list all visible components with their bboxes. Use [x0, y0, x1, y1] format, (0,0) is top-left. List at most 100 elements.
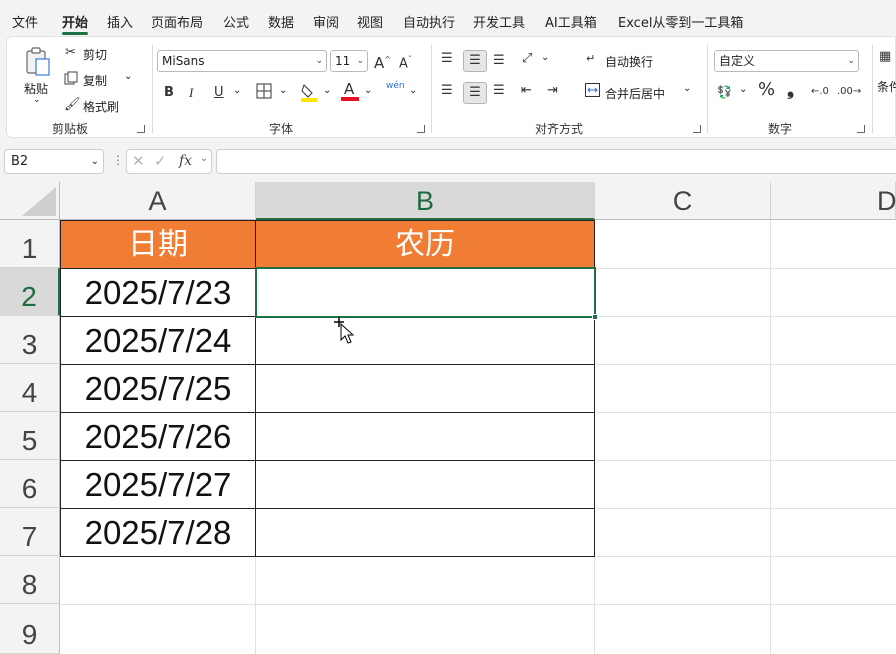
cell-a3[interactable]: 2025/7/24 — [60, 316, 256, 365]
phonetic-dropdown-chevron-icon[interactable]: ⌄ — [409, 85, 417, 96]
tab-ai-toolbox[interactable]: AI工具箱 — [545, 12, 597, 31]
merge-center-button[interactable]: 合并后居中 — [605, 85, 665, 102]
row-header-9[interactable]: 9 — [0, 604, 60, 654]
cancel-entry-icon[interactable]: ✕ — [132, 152, 145, 170]
insert-function-button[interactable]: fx — [179, 153, 192, 169]
italic-button[interactable]: I — [189, 85, 193, 101]
tab-home[interactable]: 开始 — [62, 12, 88, 31]
tab-page-layout[interactable]: 页面布局 — [151, 12, 203, 31]
font-color-button[interactable]: A — [341, 81, 359, 101]
orientation-icon[interactable]: ⤢ — [522, 51, 532, 67]
cut-button[interactable]: 剪切 — [83, 46, 107, 63]
number-group-label: 数字 — [768, 122, 793, 136]
align-top-icon[interactable]: ☰ — [441, 51, 453, 67]
accounting-dropdown-chevron-icon[interactable]: ⌄ — [739, 84, 747, 95]
fill-handle[interactable] — [592, 314, 598, 320]
borders-dropdown-chevron-icon[interactable]: ⌄ — [279, 85, 287, 96]
font-name-select[interactable]: MiSans ⌄ — [157, 50, 327, 72]
row-header-2[interactable]: 2 — [0, 268, 60, 316]
font-launcher-icon[interactable] — [417, 125, 425, 133]
tab-data[interactable]: 数据 — [268, 12, 294, 31]
row-header-8[interactable]: 8 — [0, 556, 60, 604]
align-bottom-icon[interactable]: ☰ — [493, 53, 505, 69]
merge-dropdown-chevron-icon[interactable]: ⌄ — [683, 83, 691, 94]
percent-style-button[interactable]: % — [758, 81, 775, 99]
wrap-text-button[interactable]: 自动换行 — [605, 53, 653, 70]
tab-excel-toolbox[interactable]: Excel从零到一工具箱 — [618, 12, 743, 31]
format-painter-button[interactable]: 格式刷 — [83, 98, 119, 115]
decrease-font-size-icon[interactable]: Aˇ — [399, 52, 412, 72]
confirm-entry-icon[interactable]: ✓ — [154, 152, 167, 170]
increase-decimal-icon[interactable]: ←.0 — [811, 84, 829, 100]
cell-a6[interactable]: 2025/7/27 — [60, 460, 256, 509]
tab-automate[interactable]: 自动执行 — [403, 12, 455, 31]
paste-button[interactable] — [24, 47, 52, 77]
tab-file[interactable]: 文件 — [12, 12, 38, 31]
number-format-value: 自定义 — [719, 54, 756, 68]
cell-a4[interactable]: 2025/7/25 — [60, 364, 256, 413]
cell-b7[interactable] — [255, 508, 595, 557]
underline-dropdown-chevron-icon[interactable]: ⌄ — [233, 85, 241, 96]
row-header-7[interactable]: 7 — [0, 508, 60, 556]
tab-insert[interactable]: 插入 — [107, 12, 133, 31]
copy-dropdown-chevron-icon[interactable]: ⌄ — [124, 71, 132, 82]
row-header-6[interactable]: 6 — [0, 460, 60, 508]
clipboard-launcher-icon[interactable] — [137, 125, 145, 133]
number-launcher-icon[interactable] — [857, 125, 865, 133]
select-all-corner[interactable] — [0, 182, 60, 220]
fill-color-dropdown-chevron-icon[interactable]: ⌄ — [323, 85, 331, 96]
cell-a2[interactable]: 2025/7/23 — [60, 268, 256, 317]
tab-developer[interactable]: 开发工具 — [473, 12, 525, 31]
cell-a1[interactable]: 日期 — [60, 220, 256, 269]
tab-view[interactable]: 视图 — [357, 12, 383, 31]
cell-b6[interactable] — [255, 460, 595, 509]
conditional-formatting-button[interactable]: 条件 — [877, 78, 896, 95]
underline-button[interactable]: U — [214, 85, 224, 101]
decrease-decimal-icon[interactable]: .00→ — [837, 84, 861, 100]
comma-style-button[interactable]: ❟ — [787, 81, 794, 99]
column-header-d[interactable]: D — [771, 182, 896, 220]
bold-button[interactable]: B — [164, 85, 174, 101]
orientation-dropdown-chevron-icon[interactable]: ⌄ — [541, 52, 549, 63]
increase-font-size-icon[interactable]: A^ — [374, 52, 391, 71]
chevron-down-icon[interactable]: ⌄ — [200, 153, 208, 164]
tab-review[interactable]: 审阅 — [313, 12, 339, 31]
align-left-icon[interactable]: ☰ — [441, 83, 453, 99]
more-options-icon[interactable]: ⋮ — [112, 153, 124, 167]
cell-b4[interactable] — [255, 364, 595, 413]
wrap-text-icon: ↵ — [586, 52, 596, 65]
name-box[interactable]: B2 ⌄ — [4, 149, 104, 174]
align-center-icon[interactable]: ☰ — [463, 82, 487, 104]
cell-b5[interactable] — [255, 412, 595, 461]
row-header-4[interactable]: 4 — [0, 364, 60, 412]
align-right-icon[interactable]: ☰ — [493, 83, 505, 99]
conditional-formatting-icon[interactable]: ▦ — [879, 49, 891, 65]
worksheet-grid[interactable]: A B C D 1 2 3 4 5 6 7 8 9 日期 农历 2025/7/2… — [0, 182, 896, 654]
cell-b1[interactable]: 农历 — [255, 220, 595, 269]
font-size-value: 11 — [335, 54, 351, 68]
alignment-launcher-icon[interactable] — [693, 125, 701, 133]
borders-icon[interactable] — [256, 83, 272, 104]
align-middle-icon[interactable]: ☰ — [463, 50, 487, 72]
column-header-c[interactable]: C — [595, 182, 771, 220]
row-header-3[interactable]: 3 — [0, 316, 60, 364]
formula-input[interactable] — [216, 149, 896, 174]
phonetic-guide-icon[interactable]: wén — [386, 81, 405, 91]
accounting-format-icon[interactable]: 💱 — [717, 84, 732, 100]
increase-indent-icon[interactable]: ⇥ — [547, 83, 558, 99]
decrease-indent-icon[interactable]: ⇤ — [521, 83, 532, 99]
cell-a5[interactable]: 2025/7/26 — [60, 412, 256, 461]
font-size-select[interactable]: 11 ⌄ — [330, 50, 368, 72]
cell-b3[interactable] — [255, 316, 595, 365]
column-header-a[interactable]: A — [60, 182, 256, 220]
font-color-dropdown-chevron-icon[interactable]: ⌄ — [364, 85, 372, 96]
row-header-5[interactable]: 5 — [0, 412, 60, 460]
fill-color-icon[interactable] — [300, 82, 318, 107]
row-header-1[interactable]: 1 — [0, 220, 60, 268]
column-header-b[interactable]: B — [256, 182, 595, 220]
tab-formulas[interactable]: 公式 — [223, 12, 249, 31]
paste-dropdown-chevron-icon[interactable]: ⌄ — [33, 95, 41, 105]
cell-a7[interactable]: 2025/7/28 — [60, 508, 256, 557]
copy-button[interactable]: 复制 — [83, 72, 107, 89]
number-format-select[interactable]: 自定义 ⌄ — [714, 50, 859, 72]
